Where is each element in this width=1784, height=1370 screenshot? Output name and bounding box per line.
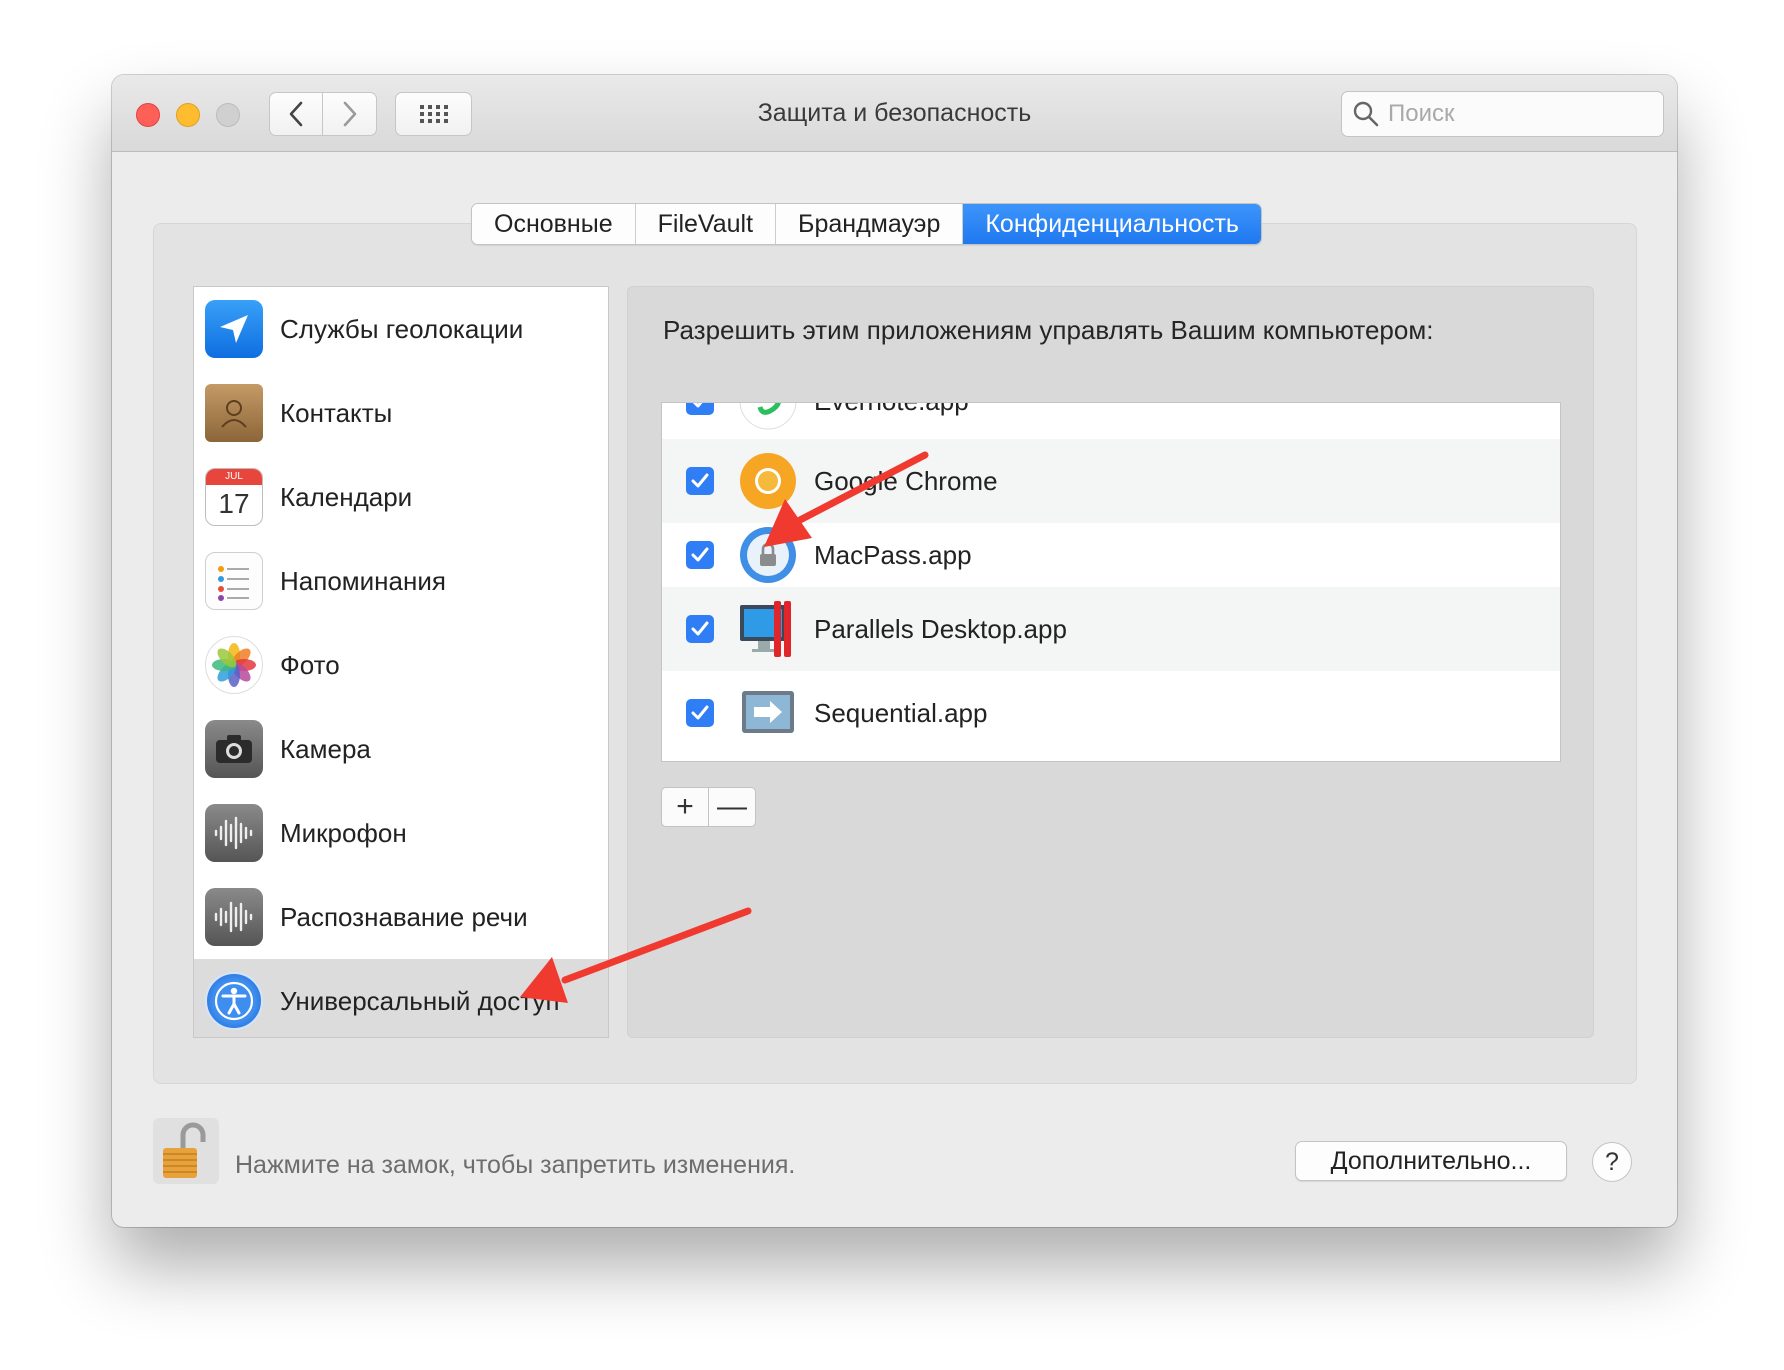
app-checkbox[interactable] [686, 403, 714, 415]
sidebar-item-location[interactable]: Службы геолокации [194, 287, 608, 371]
search-input[interactable] [1386, 99, 1650, 129]
checkmark-icon [691, 473, 709, 488]
accessibility-icon [205, 972, 263, 1030]
sidebar-item-label: Контакты [280, 397, 393, 428]
panel-description: Разрешить этим приложениям управлять Ваш… [663, 315, 1434, 345]
search-field[interactable] [1341, 91, 1664, 137]
contacts-icon [205, 384, 263, 442]
tab-privacy[interactable]: Конфиденциальность [963, 204, 1261, 244]
add-remove-control: + — [661, 787, 756, 827]
sidebar-item-label: Службы геолокации [280, 313, 524, 344]
tab-bar: Основные FileVault Брандмауэр Конфиденци… [471, 203, 1262, 245]
sidebar-item-label: Распознавание речи [280, 901, 528, 932]
app-row-macpass[interactable]: MacPass.app [662, 513, 1560, 597]
macpass-icon [738, 525, 798, 585]
app-checkbox[interactable] [686, 615, 714, 643]
sidebar-item-microphone[interactable]: Микрофон [194, 791, 608, 875]
accessibility-panel: Разрешить этим приложениям управлять Ваш… [627, 286, 1594, 1038]
search-icon [1353, 101, 1379, 127]
app-row-chrome[interactable]: Google Chrome [662, 439, 1560, 523]
titlebar: Защита и безопасность [112, 75, 1677, 152]
app-name: Google Chrome [814, 465, 998, 496]
app-checkbox[interactable] [686, 467, 714, 495]
sidebar-item-label: Напоминания [280, 565, 446, 596]
evernote-icon [738, 403, 798, 431]
reminders-icon [205, 552, 263, 610]
app-name: Parallels Desktop.app [814, 613, 1067, 644]
sidebar-item-label: Календари [280, 481, 413, 512]
app-row-sequential[interactable]: Sequential.app [662, 671, 1560, 755]
preferences-window: Защита и безопасность Основные FileVault… [112, 75, 1677, 1227]
photos-icon [205, 636, 263, 694]
app-name: MacPass.app [814, 539, 972, 570]
checkmark-icon [691, 621, 709, 636]
add-app-button[interactable]: + [662, 788, 709, 826]
app-name: Evernote.app [814, 403, 969, 417]
camera-icon [205, 720, 263, 778]
sidebar-item-accessibility[interactable]: Универсальный доступ [194, 959, 608, 1037]
calendar-day: 17 [218, 488, 250, 519]
chrome-icon [738, 451, 798, 511]
lock-hint-text: Нажмите на замок, чтобы запретить измене… [235, 1151, 796, 1179]
app-row-parallels[interactable]: Parallels Desktop.app [662, 587, 1560, 671]
sidebar-item-label: Камера [280, 733, 371, 764]
sidebar-item-reminders[interactable]: Напоминания [194, 539, 608, 623]
sidebar-item-speech-recognition[interactable]: Распознавание речи [194, 875, 608, 959]
app-list[interactable]: Evernote.app Google Chrome MacPass.app [661, 402, 1561, 762]
app-name: Sequential.app [814, 697, 988, 728]
parallels-icon [738, 599, 798, 659]
sidebar-item-label: Универсальный доступ [280, 985, 560, 1016]
calendar-icon: JUL 17 [205, 468, 263, 526]
app-row-evernote[interactable]: Evernote.app [662, 403, 1560, 443]
calendar-month: JUL [206, 469, 262, 485]
tab-firewall[interactable]: Брандмауэр [776, 204, 964, 244]
help-button[interactable]: ? [1592, 1142, 1632, 1182]
location-services-icon [205, 300, 263, 358]
speech-recognition-icon [205, 888, 263, 946]
sidebar-item-label: Фото [280, 649, 340, 680]
advanced-button[interactable]: Дополнительно... [1295, 1141, 1567, 1181]
app-checkbox[interactable] [686, 541, 714, 569]
checkmark-icon [691, 705, 709, 720]
privacy-category-list: Службы геолокации Контакты JUL 17 Календ… [193, 286, 609, 1038]
app-checkbox[interactable] [686, 699, 714, 727]
sequential-icon [738, 683, 798, 743]
lock-button[interactable] [153, 1118, 219, 1184]
remove-app-button[interactable]: — [709, 788, 755, 826]
unlocked-padlock-icon [163, 1122, 206, 1178]
tab-filevault[interactable]: FileVault [635, 204, 777, 244]
sidebar-item-camera[interactable]: Камера [194, 707, 608, 791]
checkmark-icon [691, 547, 709, 562]
tab-general[interactable]: Основные [472, 204, 636, 244]
sidebar-item-contacts[interactable]: Контакты [194, 371, 608, 455]
checkmark-icon [692, 403, 703, 408]
sidebar-item-photos[interactable]: Фото [194, 623, 608, 707]
microphone-icon [205, 804, 263, 862]
sidebar-item-calendars[interactable]: JUL 17 Календари [194, 455, 608, 539]
sidebar-item-label: Микрофон [280, 817, 407, 848]
